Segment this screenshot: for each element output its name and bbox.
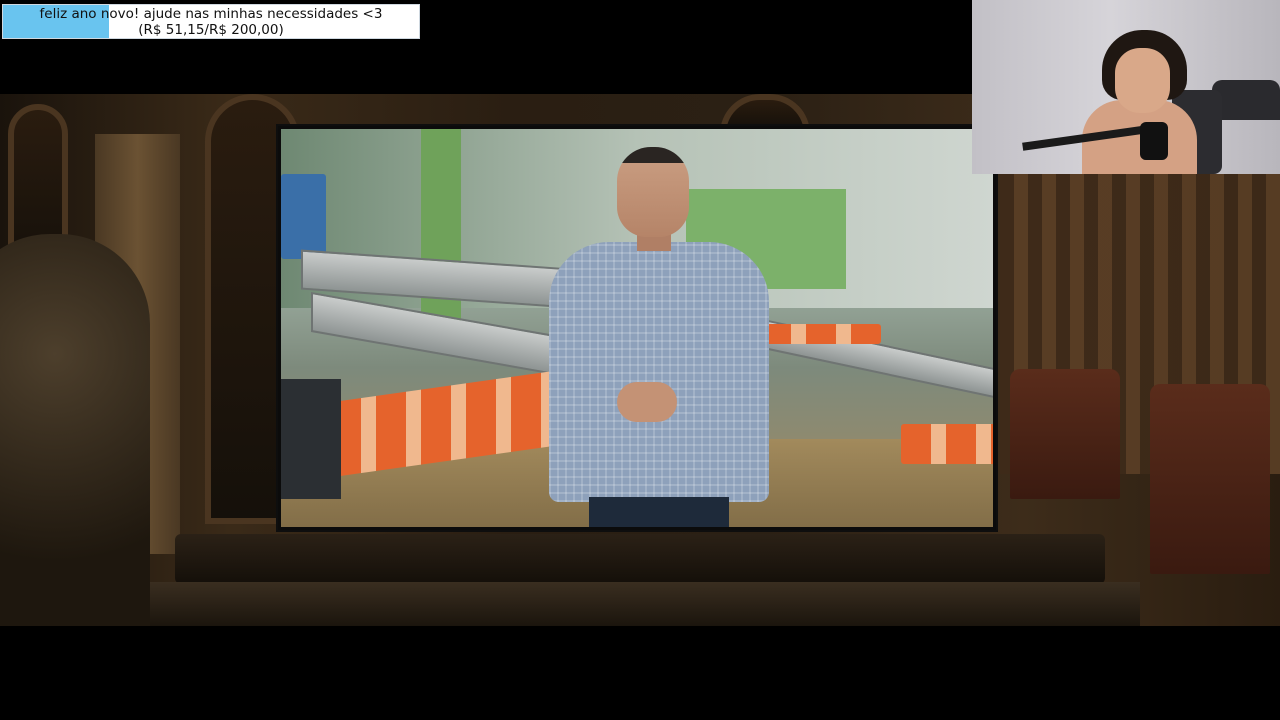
armchair bbox=[1150, 384, 1270, 574]
stream-frame: feliz ano novo! ajude nas minhas necessi… bbox=[0, 0, 1280, 720]
presenter-pants bbox=[589, 497, 729, 527]
table bbox=[150, 582, 1140, 626]
presenter-hands bbox=[617, 382, 677, 422]
tv-stand bbox=[175, 534, 1105, 584]
foreground-person bbox=[0, 234, 150, 626]
tv-video-content bbox=[281, 129, 993, 527]
donation-goal-bar: feliz ano novo! ajude nas minhas necessi… bbox=[2, 4, 420, 39]
donation-goal-text: feliz ano novo! ajude nas minhas necessi… bbox=[3, 5, 419, 38]
blue-bin bbox=[281, 174, 326, 259]
donation-goal-message: feliz ano novo! ajude nas minhas necessi… bbox=[39, 5, 383, 22]
product-packages bbox=[761, 324, 881, 344]
microphone-icon bbox=[1140, 122, 1168, 160]
donation-goal-amount: (R$ 51,15/R$ 200,00) bbox=[138, 21, 284, 38]
presenter-head bbox=[617, 147, 689, 237]
factory-machine bbox=[281, 379, 341, 499]
streamer-face bbox=[1115, 48, 1170, 113]
product-packages bbox=[901, 424, 993, 464]
presenter bbox=[549, 147, 769, 527]
armchair bbox=[1010, 369, 1120, 499]
tv-screen bbox=[276, 124, 998, 532]
presenter-shirt bbox=[549, 242, 769, 502]
webcam-overlay bbox=[972, 0, 1280, 174]
webcam-background-gear bbox=[1212, 80, 1280, 120]
